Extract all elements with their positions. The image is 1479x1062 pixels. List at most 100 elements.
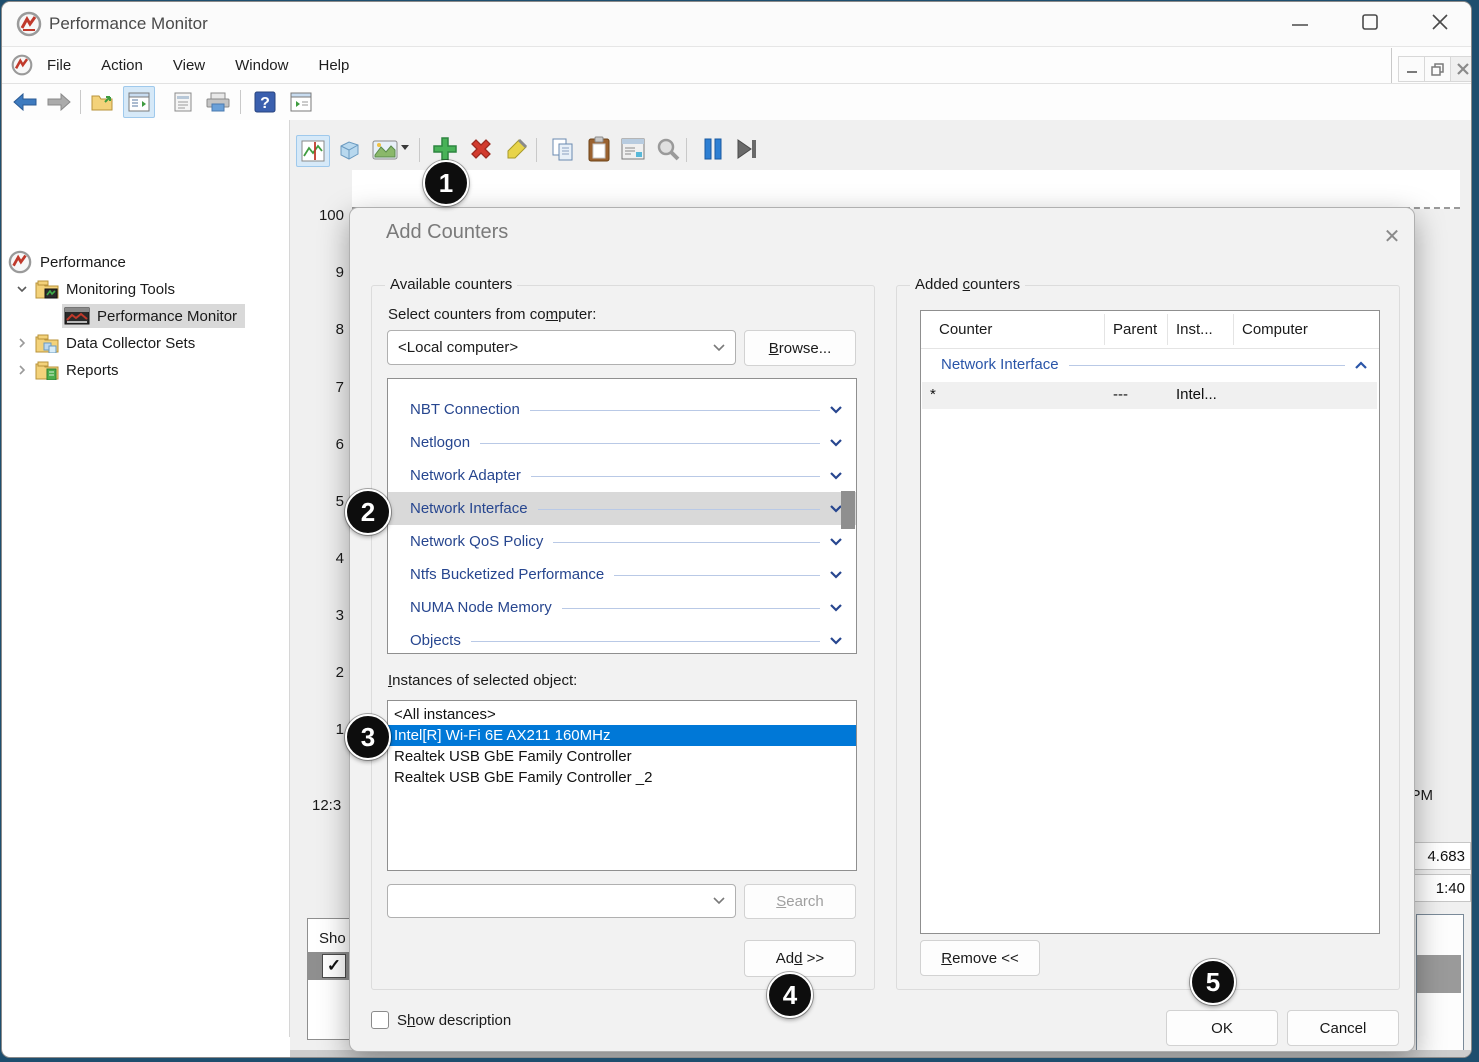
chevron-down-icon[interactable] bbox=[830, 439, 842, 447]
tree-item-monitoring-tools[interactable]: Monitoring Tools bbox=[16, 279, 175, 299]
legend-checkbox[interactable]: ✓ bbox=[322, 954, 346, 978]
chevron-up-icon[interactable] bbox=[1355, 361, 1367, 369]
perfmon-app-icon bbox=[16, 11, 42, 37]
add-button[interactable]: Add >> bbox=[744, 940, 856, 977]
update-data-button[interactable] bbox=[732, 134, 762, 164]
highlight-button[interactable] bbox=[502, 134, 532, 164]
maximize-icon[interactable] bbox=[1360, 12, 1380, 32]
available-counters-label: Available counters bbox=[385, 276, 517, 293]
chevron-collapsed-icon[interactable] bbox=[16, 364, 28, 376]
mdi-minimize-button[interactable] bbox=[1398, 56, 1425, 82]
legend-scrollbar-fragment[interactable] bbox=[1416, 914, 1464, 1058]
export-button[interactable] bbox=[88, 87, 118, 117]
step-badge-2: 2 bbox=[345, 489, 391, 535]
perf-toolbar-separator bbox=[419, 138, 420, 162]
monitoring-tools-folder-icon bbox=[35, 279, 59, 299]
tree-item-reports[interactable]: Reports bbox=[16, 360, 119, 380]
dialog-close-icon[interactable]: ✕ bbox=[1378, 222, 1406, 250]
added-counter-row[interactable]: * --- Intel... bbox=[922, 382, 1377, 409]
chevron-down-icon[interactable] bbox=[830, 637, 842, 645]
view-current-activity-button[interactable] bbox=[296, 135, 330, 167]
counter-group-row[interactable]: Network Interface bbox=[921, 348, 1379, 381]
instances-list[interactable]: <All instances> Intel[R] Wi-Fi 6E AX211 … bbox=[387, 700, 857, 871]
show-description-checkbox[interactable] bbox=[371, 1011, 389, 1029]
y-axis-label: 100 bbox=[304, 207, 344, 224]
counter-item[interactable]: NUMA Node Memory bbox=[388, 591, 856, 624]
column-instance[interactable]: Inst... bbox=[1176, 311, 1213, 348]
tree-item-performance-monitor[interactable]: Performance Monitor bbox=[62, 304, 245, 328]
menu-action[interactable]: Action bbox=[101, 57, 143, 74]
counter-item[interactable]: Network QoS Policy bbox=[388, 525, 856, 558]
tree-item-data-collector-sets[interactable]: Data Collector Sets bbox=[16, 333, 195, 353]
instance-item-selected[interactable]: Intel[R] Wi-Fi 6E AX211 160MHz bbox=[388, 725, 856, 746]
show-description-row[interactable]: Show description bbox=[371, 1011, 511, 1029]
chevron-expanded-icon[interactable] bbox=[16, 283, 28, 295]
freeze-display-button[interactable] bbox=[698, 134, 728, 164]
browse-button[interactable]: Browse... bbox=[744, 330, 856, 366]
tree-item-performance[interactable]: Performance bbox=[8, 250, 126, 274]
ok-button[interactable]: OK bbox=[1166, 1010, 1278, 1046]
paste-counter-list-button[interactable] bbox=[584, 134, 614, 164]
search-input[interactable] bbox=[388, 887, 713, 915]
dialog-title: Add Counters bbox=[386, 221, 508, 244]
properties-page-button[interactable] bbox=[168, 87, 198, 117]
chevron-down-icon[interactable] bbox=[830, 538, 842, 546]
counter-item[interactable]: Objects bbox=[388, 624, 856, 654]
chevron-down-icon[interactable] bbox=[830, 406, 842, 414]
menu-window[interactable]: Window bbox=[235, 57, 288, 74]
counter-item[interactable]: Ntfs Bucketized Performance bbox=[388, 558, 856, 591]
column-counter[interactable]: Counter bbox=[939, 311, 992, 348]
show-hide-console-tree-button[interactable] bbox=[123, 86, 155, 118]
remove-button[interactable]: Remove << bbox=[920, 940, 1040, 976]
toolbar-separator bbox=[240, 90, 241, 114]
title-bar: Performance Monitor bbox=[2, 2, 1471, 47]
column-parent[interactable]: Parent bbox=[1113, 311, 1157, 348]
view-log-data-button[interactable] bbox=[334, 135, 364, 165]
chevron-down-icon[interactable] bbox=[830, 571, 842, 579]
menu-file[interactable]: File bbox=[47, 57, 71, 74]
change-graph-type-button[interactable] bbox=[370, 135, 400, 165]
instance-item[interactable]: Realtek USB GbE Family Controller bbox=[388, 746, 856, 767]
scrollbar-thumb[interactable] bbox=[1417, 955, 1461, 993]
close-icon[interactable] bbox=[1430, 12, 1450, 32]
computer-combobox[interactable]: <Local computer> bbox=[387, 330, 736, 365]
chevron-down-icon[interactable] bbox=[830, 604, 842, 612]
print-button[interactable] bbox=[203, 87, 233, 117]
tree-label: Monitoring Tools bbox=[66, 281, 175, 298]
counter-item[interactable]: Network Adapter bbox=[388, 459, 856, 492]
instance-item[interactable]: Realtek USB GbE Family Controller _2 bbox=[388, 767, 856, 788]
dropdown-caret-icon[interactable] bbox=[400, 144, 410, 151]
menu-help[interactable]: Help bbox=[318, 57, 349, 74]
tree-label: Data Collector Sets bbox=[66, 335, 195, 352]
counter-item[interactable]: NBT Connection bbox=[388, 393, 856, 426]
copy-properties-button[interactable] bbox=[548, 134, 578, 164]
delete-counter-button[interactable] bbox=[466, 134, 496, 164]
y-axis-label: 2 bbox=[304, 664, 344, 681]
graph-plot-top bbox=[352, 170, 1460, 209]
zoom-button[interactable] bbox=[653, 134, 683, 164]
help-button[interactable]: ? bbox=[250, 87, 280, 117]
instance-search-combobox[interactable] bbox=[387, 884, 736, 918]
back-button[interactable] bbox=[10, 87, 40, 117]
minimize-icon[interactable] bbox=[1290, 16, 1310, 32]
counters-list[interactable]: NBT Connection Netlogon Network Adapter … bbox=[387, 378, 857, 654]
added-counters-group: Added counters Counter Parent Inst... Co… bbox=[896, 285, 1400, 990]
menu-view[interactable]: View bbox=[173, 57, 205, 74]
mdi-restore-button[interactable] bbox=[1424, 56, 1451, 82]
mdi-close-button[interactable] bbox=[1450, 56, 1472, 82]
counter-item[interactable]: Netlogon bbox=[388, 426, 856, 459]
perf-toolbar-separator bbox=[686, 138, 687, 162]
cancel-button[interactable]: Cancel bbox=[1287, 1010, 1399, 1046]
forward-button[interactable] bbox=[44, 87, 74, 117]
new-window-button[interactable] bbox=[286, 87, 316, 117]
search-button[interactable]: Search bbox=[744, 884, 856, 919]
counter-item-selected[interactable]: Network Interface bbox=[388, 492, 856, 525]
added-counters-table: Counter Parent Inst... Computer Network … bbox=[920, 310, 1380, 934]
step-badge-3: 3 bbox=[345, 714, 391, 760]
scrollbar-thumb[interactable] bbox=[841, 491, 855, 529]
instance-item[interactable]: <All instances> bbox=[388, 704, 856, 725]
chevron-collapsed-icon[interactable] bbox=[16, 337, 28, 349]
column-computer[interactable]: Computer bbox=[1242, 311, 1308, 348]
chevron-down-icon[interactable] bbox=[830, 472, 842, 480]
properties-button[interactable] bbox=[618, 134, 648, 164]
